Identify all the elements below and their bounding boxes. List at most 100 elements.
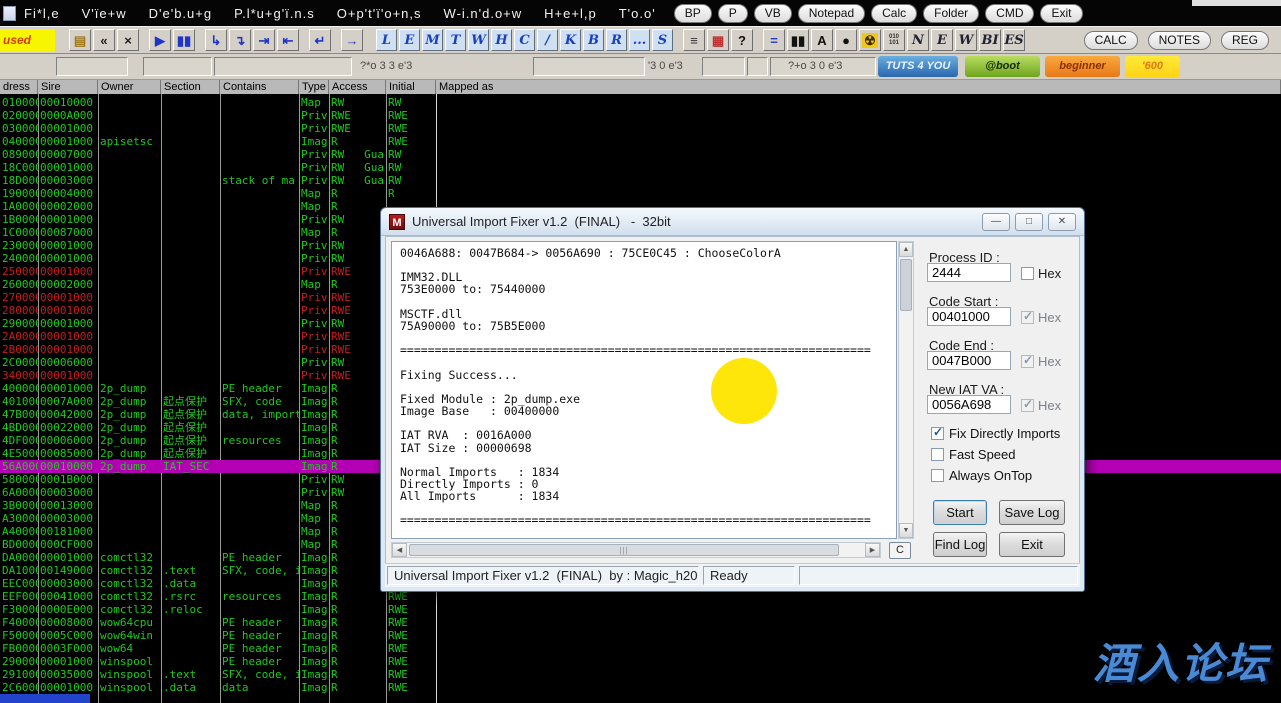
assembler-plugin-icon[interactable]: A	[811, 29, 833, 51]
maximize-button[interactable]: □	[1015, 213, 1043, 231]
letter-button-r[interactable]: R	[606, 29, 627, 51]
field-input[interactable]: 2444	[927, 263, 1011, 282]
letter-button-l[interactable]: L	[376, 29, 397, 51]
launch-pill-p[interactable]: P	[718, 4, 748, 23]
memory-row[interactable]: 18C00000001000PrivRW GuaRW	[0, 161, 1281, 174]
column-header[interactable]: Access	[329, 80, 386, 94]
letter-button-dots[interactable]: /	[537, 29, 558, 51]
memory-row[interactable]: 0200000000A000PrivRWERWE	[0, 109, 1281, 122]
quickbar-box[interactable]	[214, 57, 352, 76]
memory-row[interactable]: 29100000035000winspool.textSFX, code, im…	[0, 668, 1281, 681]
vertical-scroll-thumb[interactable]	[900, 259, 912, 311]
launch-pill-bp[interactable]: BP	[674, 4, 712, 23]
pause-icon[interactable]: ▮▮	[173, 29, 195, 51]
letter-button-t[interactable]: T	[445, 29, 466, 51]
letter-button-m[interactable]: M	[422, 29, 443, 51]
exit-button[interactable]: Exit	[999, 532, 1065, 557]
rewind-icon[interactable]: «	[93, 29, 115, 51]
quickbar-box[interactable]	[143, 57, 212, 76]
menu-item[interactable]: O+p't'ï'o+n,s	[337, 6, 422, 21]
field-input[interactable]: 0056A698	[927, 395, 1011, 414]
menu-item[interactable]: T'o.o'	[619, 6, 656, 21]
memory-row[interactable]: 29000000001000winspoolPE headerImagRRWE	[0, 655, 1281, 668]
script-es-plugin-icon[interactable]: ES	[1003, 29, 1025, 51]
log-output-box[interactable]: 0046A688: 0047B684-> 0056A690 : 75CE0C45…	[391, 241, 897, 539]
execute-till-return-icon[interactable]: ↵	[309, 29, 331, 51]
corner-c-button[interactable]: C	[889, 542, 911, 559]
banner-600[interactable]: '600	[1125, 56, 1180, 77]
hex-checkbox[interactable]	[1021, 267, 1034, 280]
hex-checkbox[interactable]: ✓	[1021, 355, 1034, 368]
pause-plugin-icon[interactable]: ▮▮	[787, 29, 809, 51]
launch-pill-calc[interactable]: Calc	[871, 4, 917, 23]
open-file-icon[interactable]: ▤	[69, 29, 91, 51]
launch-pill-exit[interactable]: Exit	[1040, 4, 1082, 23]
launch-pill-notepad[interactable]: Notepad	[798, 4, 865, 23]
help-icon[interactable]: ?	[731, 29, 753, 51]
menu-item[interactable]: Fi*l,e	[24, 6, 60, 21]
log-vertical-scrollbar[interactable]: ▲ ▼	[898, 241, 914, 539]
close-program-icon[interactable]: ×	[117, 29, 139, 51]
toolbar-pill-calc[interactable]: CALC	[1084, 31, 1138, 50]
launch-pill-cmd[interactable]: CMD	[985, 4, 1034, 23]
banner-beginner[interactable]: beginner	[1045, 56, 1120, 77]
close-button[interactable]: ✕	[1048, 213, 1076, 231]
column-header[interactable]: Sire	[38, 80, 98, 94]
appearance-icon[interactable]: ▦	[707, 29, 729, 51]
column-header[interactable]: Mapped as	[436, 80, 1281, 94]
memory-row[interactable]: 2C600000001000winspool.datadataImagRRWE	[0, 681, 1281, 694]
menu-item[interactable]: V'ïe+w	[82, 6, 127, 21]
find-log-button[interactable]: Find Log	[933, 532, 987, 557]
menu-item[interactable]: D'e'b.u+g	[149, 6, 212, 21]
column-header[interactable]: Type	[299, 80, 329, 94]
go-to-icon[interactable]: →	[341, 29, 363, 51]
column-header[interactable]: Initial	[386, 80, 436, 94]
letter-button-k[interactable]: K	[560, 29, 581, 51]
hazard-plugin-icon[interactable]: ☢	[859, 29, 881, 51]
letter-button-w[interactable]: W	[468, 29, 489, 51]
dot-plugin-icon[interactable]: ●	[835, 29, 857, 51]
letter-button-h[interactable]: H	[491, 29, 512, 51]
field-input[interactable]: 00401000	[927, 307, 1011, 326]
memory-row[interactable]: 01000000010000MapRWRW	[0, 96, 1281, 109]
menu-item[interactable]: W-i.n'd.o+w	[444, 6, 523, 21]
toolbar-pill-reg[interactable]: REG	[1221, 31, 1269, 50]
script-bi-plugin-icon[interactable]: BI	[979, 29, 1001, 51]
field-input[interactable]: 0047B000	[927, 351, 1011, 370]
equals-plugin-icon[interactable]: =	[763, 29, 785, 51]
memory-row[interactable]: FB00000003F000wow64PE headerImagRRWE	[0, 642, 1281, 655]
start-button[interactable]: Start	[933, 500, 987, 525]
memory-row[interactable]: 18D00000003000stack of maPrivRW GuaRW	[0, 174, 1281, 187]
run-icon[interactable]: ▶	[149, 29, 171, 51]
log-horizontal-scrollbar[interactable]: ◀ ||| ▶	[391, 542, 881, 558]
launch-pill-folder[interactable]: Folder	[923, 4, 979, 23]
memory-row[interactable]: 08900000007000PrivRW GuaRW	[0, 148, 1281, 161]
script-e-plugin-icon[interactable]: E	[931, 29, 953, 51]
quickbar-box[interactable]	[533, 57, 645, 76]
script-n-plugin-icon[interactable]: N	[907, 29, 929, 51]
scroll-right-icon[interactable]: ▶	[865, 543, 880, 557]
memory-row[interactable]: F300000000E000comctl32.relocImagRRWE	[0, 603, 1281, 616]
banner-boot[interactable]: @boot	[965, 56, 1040, 77]
step-into-icon[interactable]: ↳	[205, 29, 227, 51]
menu-item[interactable]: H+e+l,p	[544, 6, 597, 21]
letter-button-s[interactable]: S	[652, 29, 673, 51]
option-checkbox[interactable]	[931, 448, 944, 461]
menu-item[interactable]: P.l*u+g'ï.n.s	[234, 6, 315, 21]
column-header[interactable]: Contains	[220, 80, 299, 94]
hex-checkbox[interactable]: ✓	[1021, 311, 1034, 324]
memory-row[interactable]: 19000000004000MapRR	[0, 187, 1281, 200]
toolbar-pill-notes[interactable]: NOTES	[1148, 31, 1211, 50]
quickbar-box[interactable]	[56, 57, 128, 76]
quickbar-box[interactable]	[702, 57, 745, 76]
column-header[interactable]: Owner	[98, 80, 161, 94]
column-header[interactable]: Section	[161, 80, 220, 94]
save-log-button[interactable]: Save Log	[999, 500, 1065, 525]
minimize-button[interactable]: —	[982, 213, 1010, 231]
launch-pill-vb[interactable]: VB	[754, 4, 792, 23]
scroll-down-icon[interactable]: ▼	[899, 523, 913, 538]
script-w-plugin-icon[interactable]: W	[955, 29, 977, 51]
hex-checkbox[interactable]: ✓	[1021, 399, 1034, 412]
letter-button-e[interactable]: E	[399, 29, 420, 51]
scroll-left-icon[interactable]: ◀	[392, 543, 407, 557]
